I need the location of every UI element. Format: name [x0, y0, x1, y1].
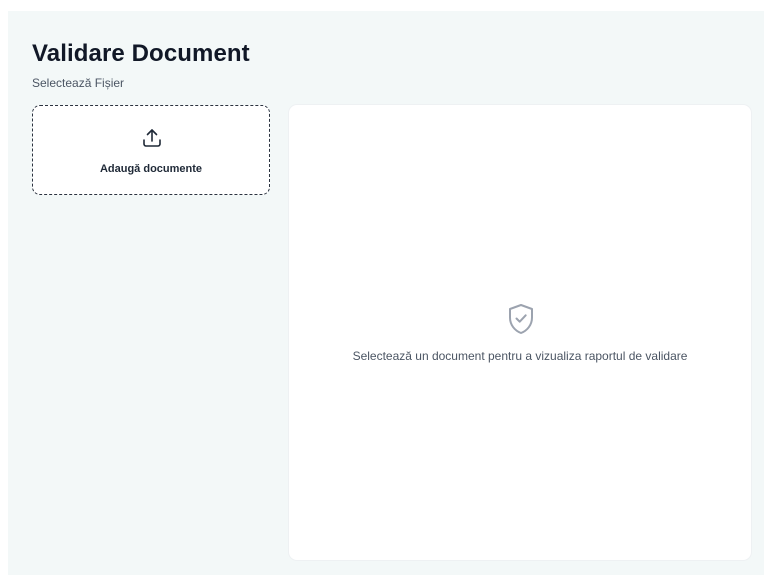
- page-title: Validare Document: [32, 40, 250, 67]
- page-subtitle: Selectează Fișier: [32, 76, 125, 90]
- empty-state-message: Selectează un document pentru a vizualiz…: [352, 349, 688, 363]
- add-documents-label: Adaugă documente: [99, 163, 203, 175]
- validation-page: Validare Document Selectează Fișier Adau…: [8, 11, 764, 575]
- add-documents-button[interactable]: Adaugă documente: [32, 105, 270, 195]
- upload-icon: [143, 129, 161, 147]
- shield-check-icon: [509, 304, 533, 334]
- validation-report-panel: Selectează un document pentru a vizualiz…: [289, 105, 751, 560]
